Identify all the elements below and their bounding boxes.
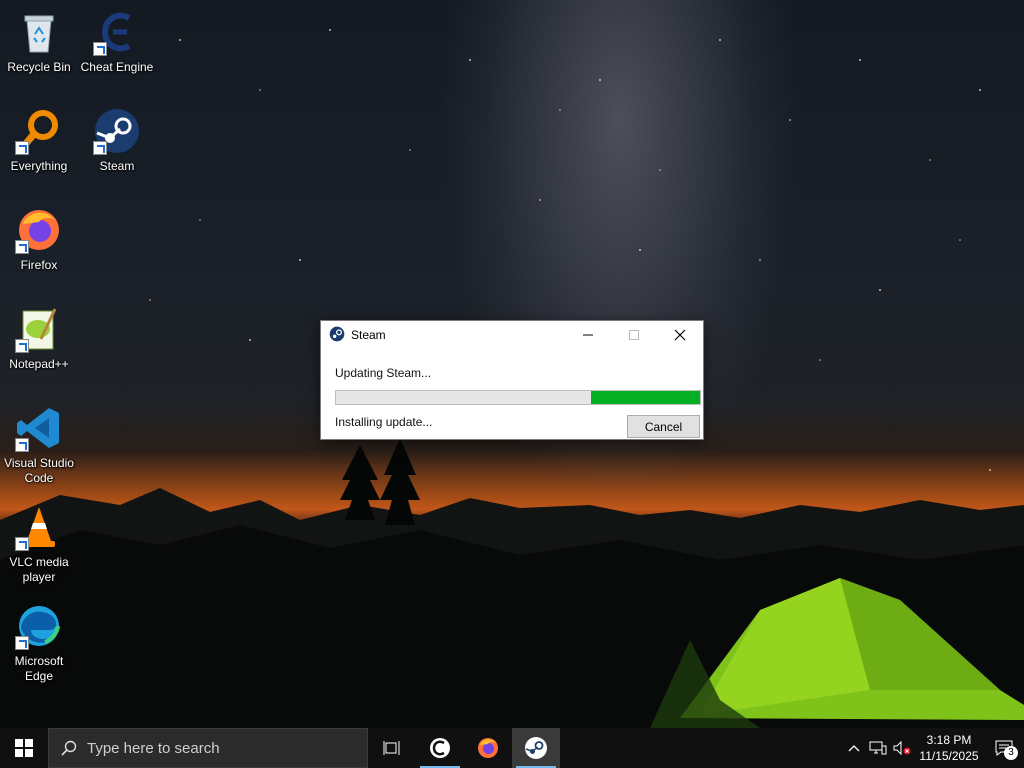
desktop-icon-firefox[interactable]: Firefox — [0, 206, 78, 273]
shortcut-arrow-icon — [15, 537, 29, 551]
desktop-icon-label: VLC media player — [9, 555, 69, 584]
dialog-message: Updating Steam... — [335, 366, 432, 380]
clock-time: 3:18 PM — [926, 733, 972, 747]
cancel-button[interactable]: Cancel — [627, 415, 700, 438]
show-hidden-icons-button[interactable] — [842, 728, 866, 768]
progress-fill — [590, 391, 700, 404]
desktop-icon-cheat-engine[interactable]: Cheat Engine — [78, 8, 156, 75]
vscode-icon — [15, 404, 63, 452]
maximize-button[interactable] — [611, 321, 657, 349]
search-placeholder: Type here to search — [87, 739, 220, 757]
minimize-button[interactable] — [565, 321, 611, 349]
steam-icon — [329, 326, 345, 345]
desktop-icon-label: Firefox — [20, 258, 58, 272]
desktop-icon-steam[interactable]: Steam — [78, 107, 156, 174]
desktop-icon-label: Visual Studio Code — [4, 456, 74, 485]
network-button[interactable] — [866, 728, 890, 768]
desktop-icon-edge[interactable]: Microsoft Edge — [0, 602, 78, 684]
clock-date: 11/15/2025 — [919, 749, 979, 763]
shortcut-arrow-icon — [93, 141, 107, 155]
shortcut-arrow-icon — [93, 42, 107, 56]
vlc-cone-icon — [15, 503, 63, 551]
close-icon — [674, 329, 686, 341]
edge-icon — [15, 602, 63, 650]
start-button[interactable] — [0, 728, 48, 768]
cheat-engine-icon — [93, 8, 141, 56]
clock[interactable]: 3:18 PM 11/15/2025 — [914, 732, 984, 764]
task-view-icon — [383, 741, 400, 755]
cheat-engine-icon — [430, 738, 450, 758]
desktop-icon-label: Cheat Engine — [80, 60, 154, 74]
desktop-icon-notepad-plus-plus[interactable]: Notepad++ — [0, 305, 78, 372]
dialog-status: Installing update... — [335, 415, 433, 429]
shortcut-arrow-icon — [15, 636, 29, 650]
desktop-icon-vlc[interactable]: VLC media player — [0, 503, 78, 585]
network-icon — [869, 741, 887, 755]
volume-muted-icon — [893, 740, 911, 756]
taskbar-app-firefox[interactable] — [464, 728, 512, 768]
system-tray: 3:18 PM 11/15/2025 3 — [842, 728, 1024, 768]
dialog-title: Steam — [351, 328, 386, 342]
steam-icon — [525, 737, 547, 759]
shortcut-arrow-icon — [15, 438, 29, 452]
magnifier-icon — [15, 107, 63, 155]
desktop-icon-label: Recycle Bin — [7, 60, 71, 74]
desktop-icon-label: Everything — [10, 159, 68, 173]
notification-count-badge: 3 — [1004, 746, 1018, 760]
taskbar-app-cheat-engine[interactable] — [416, 728, 464, 768]
minimize-icon — [583, 334, 593, 336]
firefox-icon — [15, 206, 63, 254]
windows-logo-icon — [15, 739, 33, 757]
desktop-icon-recycle-bin[interactable]: Recycle Bin — [0, 8, 78, 75]
desktop-icon-label: Microsoft Edge — [14, 654, 64, 683]
shortcut-arrow-icon — [15, 141, 29, 155]
chevron-up-icon — [848, 745, 860, 752]
close-button[interactable] — [657, 321, 703, 349]
desktop-icon-everything[interactable]: Everything — [0, 107, 78, 174]
taskbar: Type here to search 3:18 PM 11/15/2025 3 — [0, 728, 1024, 768]
volume-button[interactable] — [890, 728, 914, 768]
shortcut-arrow-icon — [15, 339, 29, 353]
update-progress-bar — [335, 390, 701, 405]
firefox-icon — [478, 738, 498, 758]
notepad-plus-plus-icon — [15, 305, 63, 353]
desktop-icon-label: Steam — [99, 159, 135, 173]
search-icon — [61, 740, 77, 756]
task-view-button[interactable] — [368, 728, 416, 768]
taskbar-app-steam[interactable] — [512, 728, 560, 768]
steam-update-dialog: Steam Updating Steam... Installing updat… — [320, 320, 704, 440]
desktop-icon-label: Notepad++ — [9, 357, 69, 371]
steam-icon — [93, 107, 141, 155]
search-box[interactable]: Type here to search — [48, 728, 368, 768]
shortcut-arrow-icon — [15, 240, 29, 254]
maximize-icon — [629, 330, 639, 340]
recycle-bin-icon — [15, 8, 63, 56]
action-center-button[interactable]: 3 — [984, 728, 1024, 768]
desktop-icon-vscode[interactable]: Visual Studio Code — [0, 404, 78, 486]
